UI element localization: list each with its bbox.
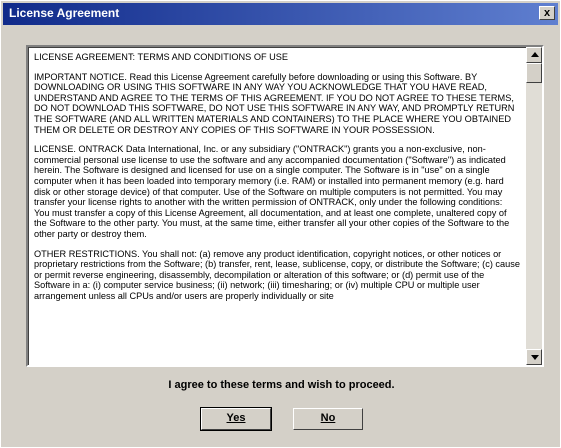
arrow-up-icon	[531, 52, 539, 57]
no-button[interactable]: No	[293, 408, 363, 430]
license-dialog: License Agreement x LICENSE AGREEMENT: T…	[0, 0, 561, 448]
license-grant-paragraph: LICENSE. ONTRACK Data International, Inc…	[34, 144, 510, 239]
close-button[interactable]: x	[539, 6, 555, 20]
arrow-down-icon	[531, 355, 539, 360]
yes-button[interactable]: Yes	[200, 407, 272, 431]
vertical-scrollbar[interactable]	[526, 47, 542, 365]
important-notice-paragraph: IMPORTANT NOTICE. Read this License Agre…	[34, 71, 515, 135]
license-text-panel[interactable]: LICENSE AGREEMENT: TERMS AND CONDITIONS …	[26, 45, 544, 367]
scroll-up-button[interactable]	[526, 47, 542, 63]
scroll-down-button[interactable]	[526, 349, 542, 365]
no-button-label: No	[320, 412, 336, 424]
scroll-thumb[interactable]	[526, 63, 542, 83]
title-bar[interactable]: License Agreement x	[3, 3, 558, 25]
license-heading: LICENSE AGREEMENT: TERMS AND CONDITIONS …	[34, 52, 289, 62]
window-title: License Agreement	[9, 6, 120, 20]
yes-button-label: Yes	[226, 412, 246, 424]
license-text: LICENSE AGREEMENT: TERMS AND CONDITIONS …	[34, 52, 520, 310]
agreement-prompt: I agree to these terms and wish to proce…	[168, 379, 395, 391]
other-restrictions-paragraph: OTHER RESTRICTIONS. You shall not: (a) r…	[34, 248, 520, 301]
